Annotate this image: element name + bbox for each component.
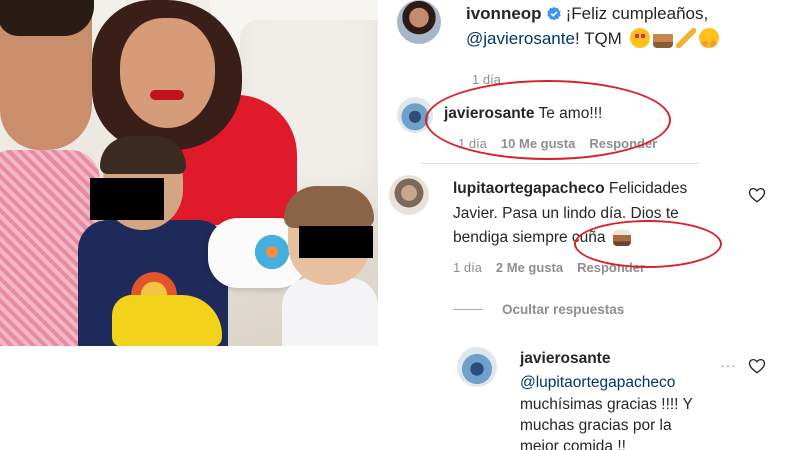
cake-emoji-icon [652, 28, 673, 48]
username-ivonneop[interactable]: ivonneop [466, 4, 542, 23]
mention-lupitaortegapacheco[interactable]: @lupitaortegapacheco [520, 372, 675, 393]
reply-1-line: javierosante Te amo!!! [444, 103, 602, 124]
more-options-icon[interactable]: ··· [720, 355, 737, 376]
party-popper-emoji-icon [675, 28, 696, 48]
avatar-javierosante-reply[interactable] [457, 347, 497, 387]
hide-replies-divider [453, 309, 483, 310]
comment-2-text-3: bendiga siempre cuña [453, 229, 606, 246]
censor-bar-left [90, 178, 164, 220]
comment-2-meta: 1 día 2 Me gusta Responder [453, 260, 645, 275]
avatar-lupitaortegapacheco[interactable] [389, 175, 429, 215]
post-comment-line1: ivonneop ¡Feliz cumpleaños, [466, 2, 708, 26]
reply-2-text-2: muchas gracias por la [520, 417, 672, 434]
reply-1-text: Te amo!!! [538, 105, 603, 122]
separator-line [420, 163, 700, 164]
like-heart-icon[interactable] [748, 357, 766, 375]
photo-yellow-toy [112, 295, 222, 346]
censor-bar-right [299, 226, 373, 258]
hugging-face-emoji-icon [698, 28, 719, 48]
like-heart-icon[interactable] [748, 186, 766, 204]
comment-2-text-1: Felicidades [608, 180, 688, 197]
comment-2-line3: bendiga siempre cuña [453, 227, 631, 248]
photo-child-right [282, 186, 378, 346]
post-comment-text-1: ¡Feliz cumpleaños, [565, 4, 709, 23]
reply-1-likes[interactable]: 10 Me gusta [501, 136, 575, 151]
comment-2-text-2: Javier. Pasa un lindo día. Dios te [453, 205, 679, 222]
verified-badge-icon [546, 6, 561, 21]
reply-1-respond-button[interactable]: Responder [589, 136, 657, 151]
reply-2-text-3: mejor comida !! [520, 438, 626, 450]
post-photo [0, 0, 378, 346]
heart-eyes-emoji-icon [629, 28, 650, 48]
post-comment-text-2: ! TQM [574, 29, 622, 48]
reply-1-meta: 1 día 10 Me gusta Responder [458, 136, 657, 151]
mention-javierosante[interactable]: @javierosante [466, 29, 575, 48]
comment-2-line1: lupitaortegapacheco Felicidades [453, 178, 687, 199]
username-javierosante-reply[interactable]: javierosante [520, 348, 610, 369]
comment-2-respond-button[interactable]: Responder [577, 260, 645, 275]
username-lupitaortegapacheco[interactable]: lupitaortegapacheco [453, 180, 605, 197]
reply-1-time: 1 día [458, 136, 487, 151]
hide-replies-button[interactable]: Ocultar respuestas [502, 302, 624, 317]
avatar-javierosante[interactable] [397, 97, 433, 133]
comment-2-time: 1 día [453, 260, 482, 275]
cake-emoji-icon [612, 230, 631, 246]
username-javierosante[interactable]: javierosante [444, 105, 534, 122]
reply-2-text-1: muchísimas gracias !!!! Y [520, 396, 693, 413]
comment-2-likes[interactable]: 2 Me gusta [496, 260, 563, 275]
post-comment-time: 1 día [472, 72, 501, 87]
avatar-ivonneop[interactable] [397, 0, 441, 44]
post-comment-line2: @javierosante! TQM [466, 27, 719, 51]
